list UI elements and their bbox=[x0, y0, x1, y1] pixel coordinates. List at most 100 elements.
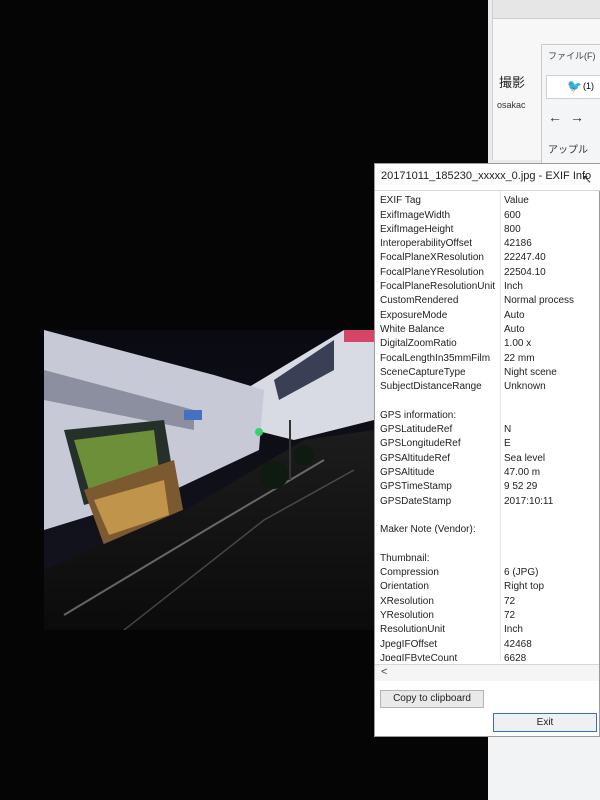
list-item[interactable]: YResolution 72 bbox=[375, 609, 599, 623]
list-item[interactable]: CustomRendered Normal process bbox=[375, 294, 599, 308]
exif-tag-name: GPSDateStamp bbox=[380, 495, 452, 507]
exif-tag-value: 2017:10:11 bbox=[504, 495, 554, 507]
list-item[interactable]: FocalLengthIn35mmFilm 22 mm bbox=[375, 352, 599, 366]
exif-tag-value: 6 (JPG) bbox=[504, 567, 539, 578]
exif-tag-value: Normal process bbox=[504, 295, 575, 307]
exif-tag-value: Unknown bbox=[504, 381, 546, 393]
exif-tag-value: 6628 bbox=[504, 652, 527, 661]
exif-tag-value: 22 mm bbox=[504, 352, 535, 364]
exif-tag-name: ExifImageHeight bbox=[380, 223, 454, 235]
list-item[interactable]: GPSTimeStamp 9 52 29 bbox=[375, 480, 599, 494]
list-item[interactable]: GPSLatitudeRef N bbox=[375, 423, 599, 437]
exif-tag-value: 72 bbox=[504, 595, 516, 607]
exif-tag-list[interactable]: EXIF Tag Value ExifImageWidth 600 ExifImag… bbox=[375, 191, 599, 661]
list-item[interactable]: ExposureMode Auto bbox=[375, 309, 599, 323]
list-item[interactable]: JpegIFOffset 42468 bbox=[375, 638, 599, 652]
exif-tag-value: 22504.10 bbox=[504, 266, 546, 278]
exif-tag-value: 42186 bbox=[504, 238, 532, 250]
list-item[interactable]: JpegIFByteCount 6628 bbox=[375, 652, 599, 661]
browser-tab-twitter[interactable]: 🐦 (1) bbox=[546, 75, 600, 99]
list-item[interactable]: GPSAltitude 47.00 m bbox=[375, 466, 599, 480]
exif-tag-value: Inch bbox=[504, 281, 523, 292]
exif-tag-name: Orientation bbox=[380, 581, 429, 593]
list-item[interactable] bbox=[375, 394, 599, 408]
list-item[interactable]: Compression 6 (JPG) bbox=[375, 566, 599, 580]
exif-tag-value: 800 bbox=[504, 223, 521, 235]
exif-tag-name: CustomRendered bbox=[380, 295, 459, 307]
list-item[interactable]: ResolutionUnit Inch bbox=[375, 623, 599, 637]
exif-tag-name: GPSTimeStamp bbox=[380, 481, 452, 493]
exif-tag-name: FocalLengthIn35mmFilm bbox=[380, 352, 491, 364]
exif-tag-name: GPSLongitudeRef bbox=[380, 438, 461, 450]
exif-tag-name: FocalPlaneResolutionUnit bbox=[380, 281, 496, 292]
exif-tag-value: Sea level bbox=[504, 452, 546, 464]
exif-tag-value: Inch bbox=[504, 624, 523, 636]
list-item[interactable]: SceneCaptureType Night scene bbox=[375, 366, 599, 380]
exif-tag-name: SubjectDistanceRange bbox=[380, 381, 482, 393]
list-item[interactable] bbox=[375, 509, 599, 523]
scroll-left-icon[interactable]: < bbox=[381, 666, 387, 678]
exif-tag-name: ExposureMode bbox=[380, 309, 448, 321]
exif-tag-name: FocalPlaneYResolution bbox=[380, 266, 484, 278]
browser-nav-arrows[interactable]: ←→ bbox=[548, 109, 592, 125]
list-item[interactable]: DigitalZoomRatio 1.00 x bbox=[375, 337, 599, 351]
exif-tag-name: JpegIFOffset bbox=[380, 638, 438, 650]
list-item[interactable]: Maker Note (Vendor): bbox=[375, 523, 599, 537]
background-window-subtext: osakac bbox=[497, 100, 526, 110]
exif-tag-value: Right top bbox=[504, 581, 545, 593]
exif-tag-value: N bbox=[504, 424, 512, 435]
list-item[interactable] bbox=[375, 537, 599, 551]
list-item[interactable]: InteroperabilityOffset 42186 bbox=[375, 237, 599, 251]
list-item[interactable]: GPS information: bbox=[375, 409, 599, 423]
exif-tag-value: 47.00 m bbox=[504, 466, 541, 478]
exif-tag-name: GPSAltitudeRef bbox=[380, 452, 451, 464]
list-item[interactable]: ExifImageHeight 800 bbox=[375, 223, 599, 237]
exif-tag-value: 42468 bbox=[504, 638, 532, 650]
browser-file-menu[interactable]: ファイル(F) bbox=[548, 49, 596, 62]
exif-tag-name: DigitalZoomRatio bbox=[380, 338, 457, 350]
exif-tag-value: 600 bbox=[504, 209, 521, 221]
horizontal-scrollbar[interactable]: < bbox=[375, 664, 599, 681]
exif-tag-name: InteroperabilityOffset bbox=[380, 238, 473, 250]
exif-tag-value: Night scene bbox=[504, 366, 557, 378]
tab-notification-count: (1) bbox=[583, 81, 594, 91]
exif-tag-name: ResolutionUnit bbox=[380, 624, 446, 636]
exif-tag-value: Auto bbox=[504, 309, 525, 321]
exif-tag-name: YResolution bbox=[380, 609, 434, 621]
exif-tag-value: 72 bbox=[504, 609, 516, 621]
column-header-value[interactable]: Value bbox=[504, 195, 529, 206]
list-item[interactable]: White Balance Auto bbox=[375, 323, 599, 337]
exif-tag-value: 9 52 29 bbox=[504, 481, 538, 493]
list-item[interactable]: FocalPlaneResolutionUnit Inch bbox=[375, 280, 599, 294]
background-window-titlebar bbox=[493, 0, 600, 19]
bookmark-apple[interactable]: アップル bbox=[548, 141, 588, 156]
list-header[interactable]: EXIF Tag Value bbox=[375, 194, 599, 208]
list-item[interactable]: Orientation Right top bbox=[375, 580, 599, 594]
list-item[interactable]: FocalPlaneYResolution 22504.10 bbox=[375, 266, 599, 280]
list-item[interactable]: SubjectDistanceRange Unknown bbox=[375, 380, 599, 394]
copy-to-clipboard-button[interactable]: Copy to clipboard bbox=[380, 690, 484, 708]
list-item[interactable]: ExifImageWidth 600 bbox=[375, 209, 599, 223]
exif-tag-name: ExifImageWidth bbox=[380, 209, 451, 221]
exif-info-window[interactable]: 20171011_185230_xxxxx_0.jpg - EXIF Info … bbox=[374, 163, 600, 737]
exit-button[interactable]: Exit bbox=[493, 713, 597, 732]
list-item[interactable]: XResolution 72 bbox=[375, 595, 599, 609]
browser-window[interactable]: ファイル(F) 🐦 (1) ←→ アップル bbox=[541, 44, 600, 166]
exif-tag-value: Auto bbox=[504, 323, 525, 335]
exif-tag-name: JpegIFByteCount bbox=[380, 652, 458, 661]
mouse-cursor-icon: ↖ bbox=[582, 172, 593, 186]
exif-tag-value: 22247.40 bbox=[504, 252, 546, 264]
exif-window-titlebar[interactable]: 20171011_185230_xxxxx_0.jpg - EXIF Info … bbox=[375, 164, 600, 191]
list-item[interactable]: GPSDateStamp 2017:10:11 bbox=[375, 495, 599, 509]
list-item[interactable]: FocalPlaneXResolution 22247.40 bbox=[375, 251, 599, 265]
list-item[interactable]: GPSLongitudeRef E bbox=[375, 437, 599, 451]
exif-tag-name: White Balance bbox=[380, 323, 445, 335]
list-item[interactable]: GPSAltitudeRef Sea level bbox=[375, 452, 599, 466]
exif-window-title: 20171011_185230_xxxxx_0.jpg - EXIF Info bbox=[381, 170, 592, 182]
column-header-tag[interactable]: EXIF Tag bbox=[380, 195, 421, 206]
exif-tag-name: Maker Note (Vendor): bbox=[380, 524, 476, 536]
night-street-photo bbox=[44, 330, 374, 630]
desktop-bottom-area bbox=[488, 735, 600, 800]
exif-tag-name: Thumbnail: bbox=[380, 552, 430, 564]
list-item[interactable]: Thumbnail: bbox=[375, 552, 599, 566]
